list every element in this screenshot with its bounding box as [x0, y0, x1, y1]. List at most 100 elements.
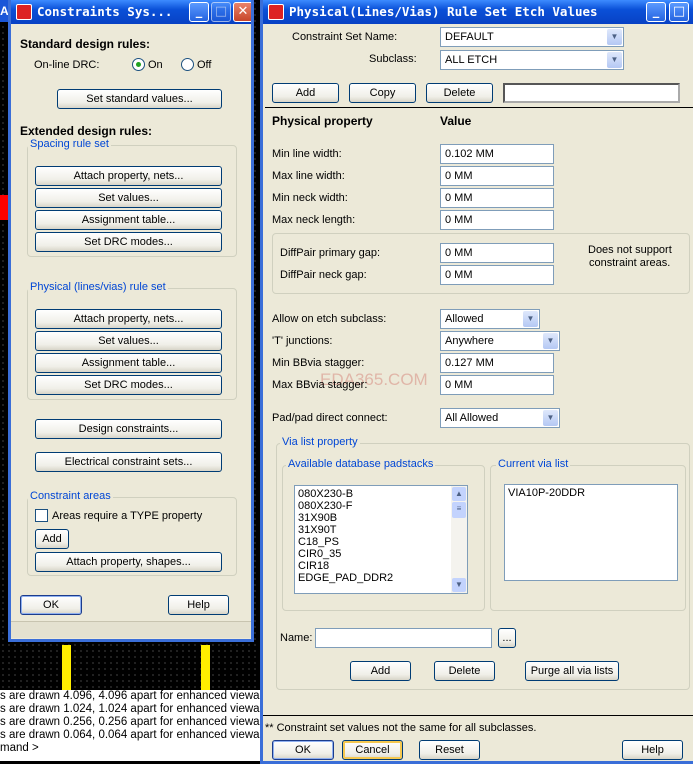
cancel-button[interactable]: Cancel	[342, 740, 403, 760]
allow-etch-combo[interactable]: Allowed ▼	[440, 309, 540, 329]
padpad-value: All Allowed	[445, 412, 499, 424]
ok-button[interactable]: OK	[20, 595, 82, 615]
drc-off-label: Off	[197, 59, 212, 71]
subclass-combo[interactable]: ALL ETCH ▼	[440, 50, 624, 70]
t-junctions-combo[interactable]: Anywhere ▼	[440, 331, 560, 351]
physical-attach-button[interactable]: Attach property, nets...	[35, 309, 222, 329]
spacing-drc-modes-button[interactable]: Set DRC modes...	[35, 232, 222, 252]
list-item[interactable]: EDGE_PAD_DDR2	[298, 572, 464, 584]
chevron-down-icon[interactable]: ▼	[607, 52, 622, 68]
list-item[interactable]: CIR0_35	[298, 548, 464, 560]
copy-set-button[interactable]: Copy	[349, 83, 416, 103]
canvas-yellow-trace	[62, 645, 71, 690]
areas-checkbox[interactable]	[35, 509, 48, 522]
physical-assignment-button[interactable]: Assignment table...	[35, 353, 222, 373]
max-bbvia-label: Max BBvia stagger:	[272, 379, 368, 391]
areas-checkbox-label: Areas require a TYPE property	[52, 510, 203, 522]
set-standard-values-button[interactable]: Set standard values...	[57, 89, 222, 109]
via-delete-button[interactable]: Delete	[434, 661, 495, 681]
electrical-sets-button[interactable]: Electrical constraint sets...	[35, 452, 222, 472]
help-button[interactable]: Help	[168, 595, 229, 615]
app-icon	[16, 4, 32, 20]
divider	[263, 715, 693, 716]
reset-button[interactable]: Reset	[419, 740, 480, 760]
physical-drc-modes-button[interactable]: Set DRC modes...	[35, 375, 222, 395]
list-item[interactable]: 31X90B	[298, 512, 464, 524]
list-item[interactable]: C18_PS	[298, 536, 464, 548]
close-icon[interactable]: ✕	[233, 2, 251, 22]
max-bbvia-input[interactable]: 0 MM	[440, 375, 554, 395]
maximize-icon[interactable]: □	[669, 2, 689, 22]
available-padstacks-list[interactable]: 080X230-B 080X230-F 31X90B 31X90T C18_PS…	[294, 485, 468, 594]
min-bbvia-input[interactable]: 0.127 MM	[440, 353, 554, 373]
diffpair-neck-input[interactable]: 0 MM	[440, 265, 554, 285]
set-name-combo[interactable]: DEFAULT ▼	[440, 27, 624, 47]
spacing-group-label: Spacing rule set	[28, 138, 111, 150]
spacing-attach-button[interactable]: Attach property, nets...	[35, 166, 222, 186]
max-line-width-input[interactable]: 0 MM	[440, 166, 554, 186]
design-constraints-button[interactable]: Design constraints...	[35, 419, 222, 439]
scroll-up-icon[interactable]: ▲	[452, 487, 466, 501]
browse-button[interactable]: ...	[498, 628, 516, 648]
areas-add-button[interactable]: Add	[35, 529, 69, 549]
chevron-down-icon[interactable]: ▼	[607, 29, 622, 45]
padpad-combo[interactable]: All Allowed ▼	[440, 408, 560, 428]
drc-off-radio[interactable]	[181, 58, 194, 71]
diffpair-neck-label: DiffPair neck gap:	[280, 269, 367, 281]
via-add-button[interactable]: Add	[350, 661, 411, 681]
scrollbar[interactable]: ▲ ≡ ▼	[451, 486, 467, 593]
minimize-icon[interactable]: _	[189, 2, 209, 22]
via-list-group-label: Via list property	[280, 436, 360, 448]
status-bar	[11, 621, 251, 638]
console-line: s are drawn 1.024, 1.024 apart for enhan…	[0, 703, 262, 715]
purge-via-lists-button[interactable]: Purge all via lists	[525, 661, 619, 681]
current-via-list[interactable]: VIA10P-20DDR	[504, 484, 678, 581]
title-bar[interactable]: Constraints Sys... _ □ ✕	[11, 0, 251, 24]
console-line: s are drawn 4.096, 4.096 apart for enhan…	[0, 690, 262, 702]
list-item[interactable]: VIA10P-20DDR	[508, 487, 674, 499]
minimize-icon[interactable]: _	[646, 2, 666, 22]
list-item[interactable]: CIR18	[298, 560, 464, 572]
set-name-label: Constraint Set Name:	[292, 31, 398, 43]
dialog-title: Physical(Lines/Vias) Rule Set Etch Value…	[289, 4, 598, 19]
ok-button[interactable]: OK	[272, 740, 334, 760]
command-console[interactable]: s are drawn 4.096, 4.096 apart for enhan…	[0, 690, 262, 761]
max-neck-length-input[interactable]: 0 MM	[440, 210, 554, 230]
dialog-title: Constraints Sys...	[37, 4, 173, 19]
chevron-down-icon[interactable]: ▼	[543, 333, 558, 349]
extended-heading: Extended design rules:	[20, 124, 153, 138]
footnote: ** Constraint set values not the same fo…	[265, 722, 537, 734]
add-set-button[interactable]: Add	[272, 83, 339, 103]
col-property-header: Physical property	[272, 114, 373, 128]
console-prompt: mand >	[0, 742, 39, 754]
chevron-down-icon[interactable]: ▼	[543, 410, 558, 426]
via-name-input[interactable]	[315, 628, 492, 648]
help-button[interactable]: Help	[622, 740, 683, 760]
available-label: Available database padstacks	[286, 458, 436, 470]
min-neck-width-input[interactable]: 0 MM	[440, 188, 554, 208]
new-set-name-input[interactable]	[503, 83, 680, 103]
diffpair-primary-label: DiffPair primary gap:	[280, 247, 381, 259]
min-neck-width-label: Min neck width:	[272, 192, 348, 204]
scroll-down-icon[interactable]: ▼	[452, 578, 466, 592]
console-line: s are drawn 0.256, 0.256 apart for enhan…	[0, 716, 262, 728]
chevron-down-icon[interactable]: ▼	[523, 311, 538, 327]
drc-on-radio[interactable]	[132, 58, 145, 71]
list-item[interactable]: 080X230-F	[298, 500, 464, 512]
subclass-value: ALL ETCH	[445, 54, 498, 66]
min-bbvia-label: Min BBvia stagger:	[272, 357, 365, 369]
diffpair-primary-input[interactable]: 0 MM	[440, 243, 554, 263]
standard-heading: Standard design rules:	[20, 37, 151, 51]
divider	[265, 107, 693, 108]
scroll-thumb[interactable]: ≡	[452, 502, 466, 518]
list-item[interactable]: 31X90T	[298, 524, 464, 536]
title-bar[interactable]: Physical(Lines/Vias) Rule Set Etch Value…	[263, 0, 693, 24]
physical-set-values-button[interactable]: Set values...	[35, 331, 222, 351]
max-neck-length-label: Max neck length:	[272, 214, 356, 226]
list-item[interactable]: 080X230-B	[298, 488, 464, 500]
spacing-set-values-button[interactable]: Set values...	[35, 188, 222, 208]
min-line-width-input[interactable]: 0.102 MM	[440, 144, 554, 164]
spacing-assignment-button[interactable]: Assignment table...	[35, 210, 222, 230]
attach-shapes-button[interactable]: Attach property, shapes...	[35, 552, 222, 572]
delete-set-button[interactable]: Delete	[426, 83, 493, 103]
